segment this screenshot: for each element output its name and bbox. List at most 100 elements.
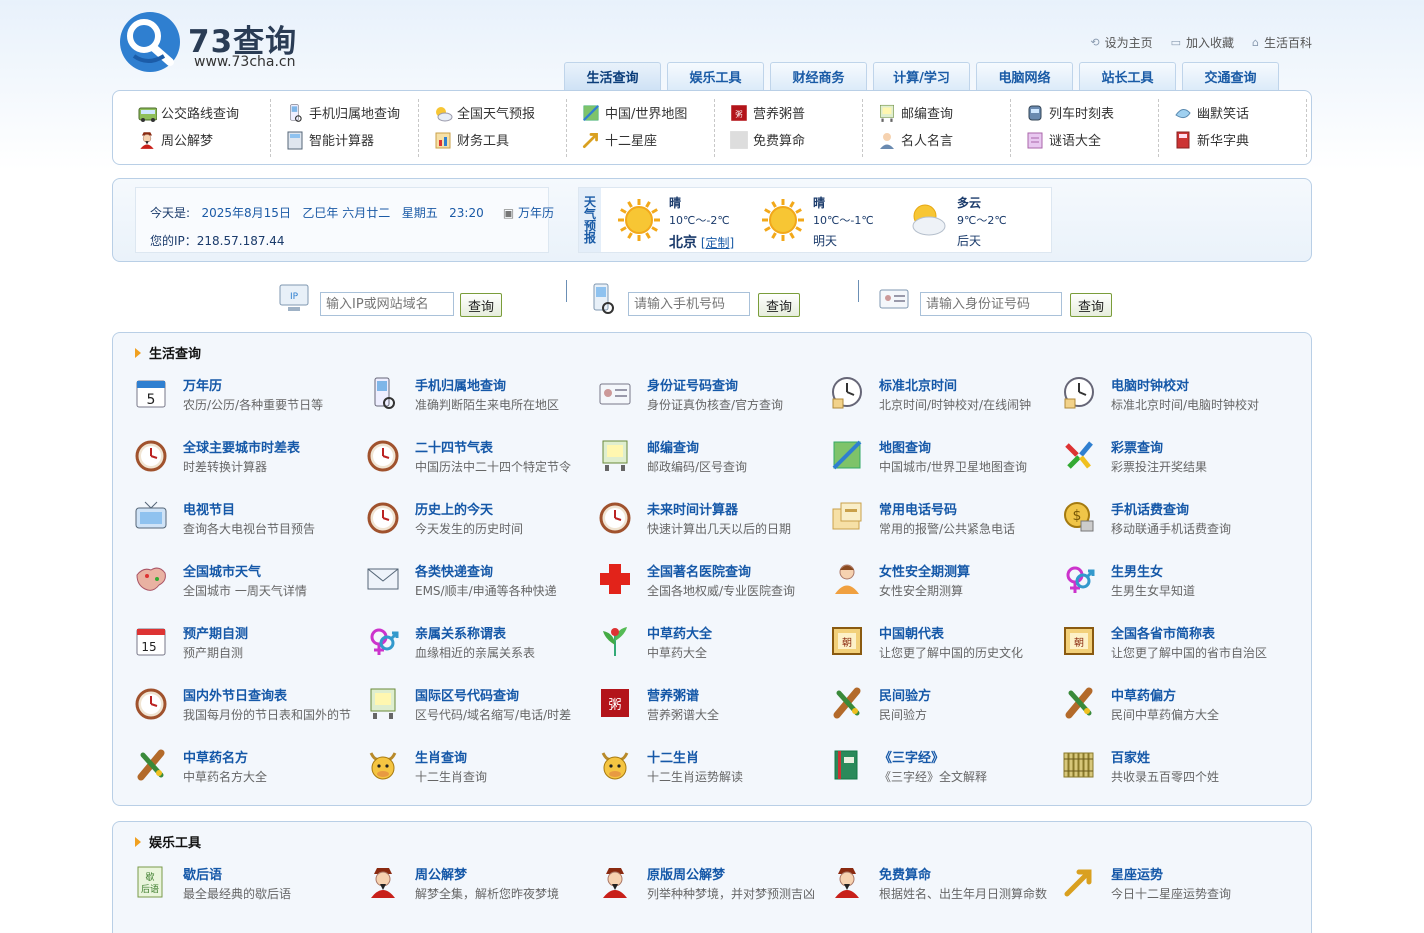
- tool-item[interactable]: 标准北京时间 北京时间/时钟校对/在线闹钟: [829, 373, 1059, 423]
- set-homepage-link[interactable]: ⟲ 设为主页: [1090, 34, 1152, 51]
- tool-item[interactable]: 朝 全国各省市简称表 让您更了解中国的省市自治区: [1061, 621, 1291, 671]
- tool-item[interactable]: 女性安全期测算 女性安全期测算: [829, 559, 1059, 609]
- phone-input[interactable]: [628, 292, 750, 316]
- quick-link[interactable]: 幽默笑话: [1159, 99, 1306, 126]
- ip-input[interactable]: [320, 292, 454, 316]
- quick-link[interactable]: 手机归属地查询: [271, 99, 418, 126]
- quick-link[interactable]: 全国天气预报: [419, 99, 566, 126]
- tool-title[interactable]: 生肖查询: [415, 747, 467, 766]
- tool-item[interactable]: 中草药大全 中草药大全: [597, 621, 827, 671]
- quick-link[interactable]: 列车时刻表: [1011, 99, 1158, 126]
- idcard-search-button[interactable]: 查询: [1070, 293, 1112, 317]
- phone-search-button[interactable]: 查询: [758, 293, 800, 317]
- quick-link[interactable]: 免费算命: [715, 126, 862, 153]
- tool-title[interactable]: 亲属关系称谓表: [415, 623, 506, 642]
- tool-title[interactable]: 星座运势: [1111, 864, 1163, 883]
- tool-title[interactable]: 手机话费查询: [1111, 499, 1189, 518]
- tool-item[interactable]: 国内外节日查询表 我国每月份的节日表和国外的节: [133, 683, 363, 733]
- tool-title[interactable]: 国际区号代码查询: [415, 685, 519, 704]
- tool-item[interactable]: 彩票查询 彩票投注开奖结果: [1061, 435, 1291, 485]
- tool-title[interactable]: 标准北京时间: [879, 375, 957, 394]
- quick-link[interactable]: 粥 营养粥普: [715, 99, 862, 126]
- tool-item[interactable]: 星座运势 今日十二星座运势查询: [1061, 862, 1291, 912]
- tool-item[interactable]: 身份证号码查询 身份证真伪核查/官方查询: [597, 373, 827, 423]
- tool-title[interactable]: 电脑时钟校对: [1111, 375, 1189, 394]
- tool-title[interactable]: 二十四节气表: [415, 437, 493, 456]
- tool-item[interactable]: 亲属关系称谓表 血缘相近的亲属关系表: [365, 621, 595, 671]
- tool-title[interactable]: 未来时间计算器: [647, 499, 738, 518]
- tool-title[interactable]: 历史上的今天: [415, 499, 493, 518]
- tool-item[interactable]: 歇后语 歇后语 最全最经典的歇后语: [133, 862, 363, 912]
- tool-title[interactable]: 中草药偏方: [1111, 685, 1176, 704]
- tool-title[interactable]: 百家姓: [1111, 747, 1150, 766]
- tool-title[interactable]: 万年历: [183, 375, 222, 394]
- add-favorite-link[interactable]: ▭ 加入收藏: [1171, 34, 1234, 51]
- tool-title[interactable]: 预产期自测: [183, 623, 248, 642]
- tool-item[interactable]: 粥 营养粥谱 营养粥谱大全: [597, 683, 827, 733]
- tab-finance[interactable]: 财经商务: [770, 62, 867, 90]
- tool-title[interactable]: 中草药名方: [183, 747, 248, 766]
- tool-title[interactable]: 全国城市天气: [183, 561, 261, 580]
- tab-entertainment[interactable]: 娱乐工具: [667, 62, 764, 90]
- tool-item[interactable]: 百家姓 共收录五百零四个姓: [1061, 745, 1291, 795]
- tool-item[interactable]: 电脑时钟校对 标准北京时间/电脑时钟校对: [1061, 373, 1291, 423]
- tool-item[interactable]: 15 预产期自测 预产期自测: [133, 621, 363, 671]
- weather-customize-link[interactable]: [定制]: [701, 236, 734, 250]
- tool-item[interactable]: 邮编查询 邮政编码/区号查询: [597, 435, 827, 485]
- tool-title[interactable]: 原版周公解梦: [647, 864, 725, 883]
- tab-study[interactable]: 计算/学习: [873, 62, 970, 90]
- tool-title[interactable]: 彩票查询: [1111, 437, 1163, 456]
- quick-link[interactable]: 中国/世界地图: [567, 99, 714, 126]
- tool-title[interactable]: 《三字经》: [879, 747, 944, 766]
- tool-item[interactable]: 中草药偏方 民间中草药偏方大全: [1061, 683, 1291, 733]
- tool-title[interactable]: 手机归属地查询: [415, 375, 506, 394]
- quick-link[interactable]: 邮编查询: [863, 99, 1010, 126]
- tool-item[interactable]: 全国著名医院查询 全国各地权威/专业医院查询: [597, 559, 827, 609]
- calendar-link[interactable]: 万年历: [518, 206, 554, 220]
- tool-item[interactable]: 民间验方 民间验方: [829, 683, 1059, 733]
- tool-item[interactable]: 生男生女 生男生女早知道: [1061, 559, 1291, 609]
- tool-item[interactable]: 5 万年历 农历/公历/各种重要节日等: [133, 373, 363, 423]
- tool-item[interactable]: 生肖查询 十二生肖查询: [365, 745, 595, 795]
- quick-link[interactable]: 智能计算器: [271, 126, 418, 153]
- tool-title[interactable]: 电视节目: [183, 499, 235, 518]
- tool-title[interactable]: 各类快递查询: [415, 561, 493, 580]
- life-wiki-link[interactable]: ⌂ 生活百科: [1252, 34, 1312, 51]
- site-logo[interactable]: 73查询 www.73cha.cn: [118, 10, 318, 76]
- tool-item[interactable]: 手机归属地查询 准确判断陌生来电所在地区: [365, 373, 595, 423]
- tool-title[interactable]: 女性安全期测算: [879, 561, 970, 580]
- tool-item[interactable]: 未来时间计算器 快速计算出几天以后的日期: [597, 497, 827, 547]
- tool-title[interactable]: 免费算命: [879, 864, 931, 883]
- tool-title[interactable]: 歇后语: [183, 864, 222, 883]
- quick-link[interactable]: 财务工具: [419, 126, 566, 153]
- quick-link[interactable]: 谜语大全: [1011, 126, 1158, 153]
- tool-title[interactable]: 常用电话号码: [879, 499, 957, 518]
- tool-item[interactable]: $ 手机话费查询 移动联通手机话费查询: [1061, 497, 1291, 547]
- tool-title[interactable]: 全国各省市简称表: [1111, 623, 1215, 642]
- tool-item[interactable]: 地图查询 中国城市/世界卫星地图查询: [829, 435, 1059, 485]
- tool-title[interactable]: 十二生肖: [647, 747, 699, 766]
- tab-network[interactable]: 电脑网络: [976, 62, 1073, 90]
- tool-item[interactable]: 各类快递查询 EMS/顺丰/申通等各种快递: [365, 559, 595, 609]
- tool-item[interactable]: 全国城市天气 全国城市 一周天气详情: [133, 559, 363, 609]
- tool-item[interactable]: 《三字经》 《三字经》全文解释: [829, 745, 1059, 795]
- ip-search-button[interactable]: 查询: [460, 293, 502, 317]
- quick-link[interactable]: 周公解梦: [123, 126, 270, 153]
- tool-item[interactable]: 二十四节气表 中国历法中二十四个特定节令: [365, 435, 595, 485]
- tool-item[interactable]: 中草药名方 中草药名方大全: [133, 745, 363, 795]
- tool-title[interactable]: 生男生女: [1111, 561, 1163, 580]
- tool-item[interactable]: 十二生肖 十二生肖运势解读: [597, 745, 827, 795]
- quick-link[interactable]: 名人名言: [863, 126, 1010, 153]
- tool-item[interactable]: 免费算命 根据姓名、出生年月日测算命数: [829, 862, 1059, 912]
- tab-traffic[interactable]: 交通查询: [1182, 62, 1279, 90]
- quick-link[interactable]: 十二星座: [567, 126, 714, 153]
- tab-life[interactable]: 生活查询: [564, 62, 661, 90]
- tool-item[interactable]: 历史上的今天 今天发生的历史时间: [365, 497, 595, 547]
- idcard-input[interactable]: [920, 292, 1062, 316]
- tool-item[interactable]: 周公解梦 解梦全集，解析您昨夜梦境: [365, 862, 595, 912]
- quick-link[interactable]: 公交路线查询: [123, 99, 270, 126]
- tool-title[interactable]: 民间验方: [879, 685, 931, 704]
- tool-item[interactable]: 国际区号代码查询 区号代码/域名缩写/电话/时差: [365, 683, 595, 733]
- tool-title[interactable]: 营养粥谱: [647, 685, 699, 704]
- tool-item[interactable]: 原版周公解梦 列举种种梦境，并对梦预测吉凶: [597, 862, 827, 912]
